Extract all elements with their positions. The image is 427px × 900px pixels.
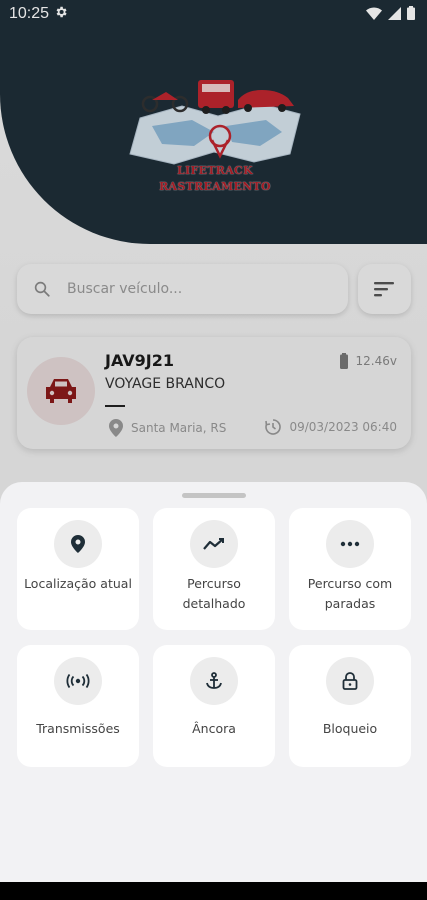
action-label: Âncora (192, 721, 236, 736)
action-route-with-stops[interactable]: Percurso com paradas (289, 508, 411, 630)
lock-icon (326, 657, 374, 705)
action-label: Bloqueio (322, 721, 378, 736)
action-label: Percurso com paradas (307, 576, 393, 611)
action-transmissions[interactable]: Transmissões (17, 645, 139, 767)
location-pin-icon (54, 520, 102, 568)
system-navigation-bar (0, 882, 427, 900)
action-current-location[interactable]: Localização atual (17, 508, 139, 630)
trending-icon (190, 520, 238, 568)
drag-handle[interactable] (182, 493, 246, 498)
action-label: Percurso detalhado (182, 576, 246, 611)
action-lock[interactable]: Bloqueio (289, 645, 411, 767)
actions-bottom-sheet: Localização atual Percurso detalhado Per… (0, 482, 427, 882)
action-detailed-route[interactable]: Percurso detalhado (153, 508, 275, 630)
action-label: Localização atual (24, 576, 132, 591)
anchor-icon (190, 657, 238, 705)
broadcast-icon (54, 657, 102, 705)
more-dots-icon (326, 520, 374, 568)
app-screen: 10:25 LIFETRACK RASTREAMENTO Buscar veíc… (0, 0, 427, 900)
action-anchor[interactable]: Âncora (153, 645, 275, 767)
action-label: Transmissões (36, 721, 120, 736)
